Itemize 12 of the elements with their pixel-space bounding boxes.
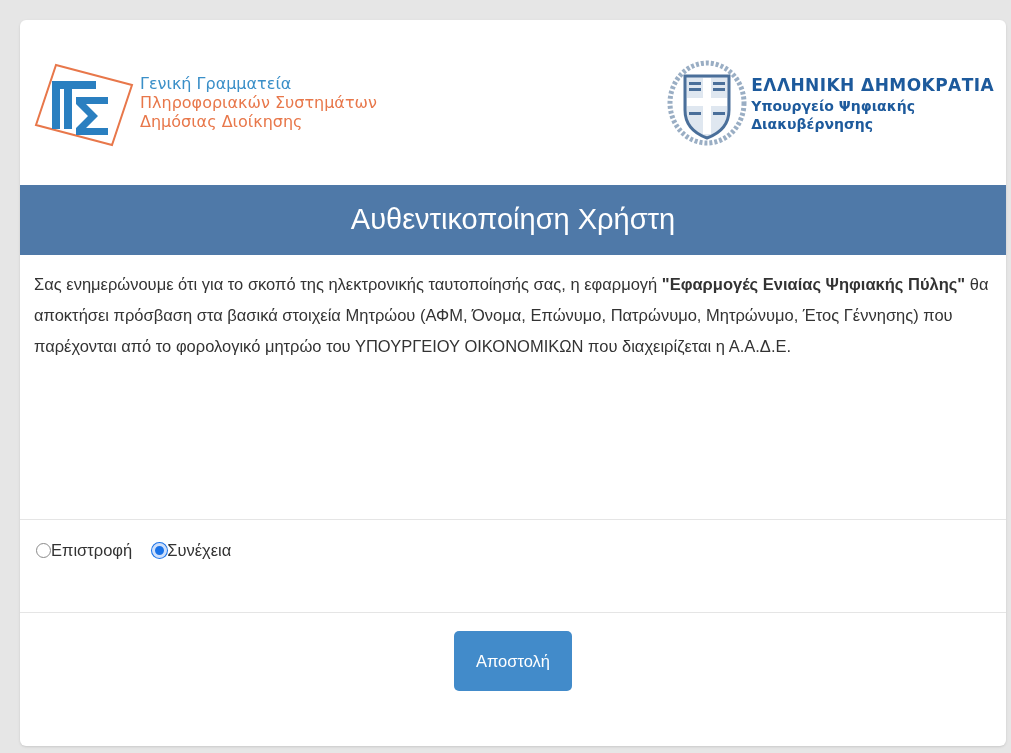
page-title: Αυθεντικοποίηση Χρήστη [350,202,676,238]
republic-title: ΕΛΛΗΝΙΚΗ ΔΗΜΟΚΡΑΤΙΑ [751,73,994,97]
organization-name-line: Πληροφοριακών Συστημάτων [140,93,377,112]
emblem-icon [667,59,748,146]
organization-name-line: Γενική Γραμματεία [140,74,293,93]
submit-button[interactable]: Αποστολή [453,631,573,691]
ministry-name-line: Υπουργείο Ψηφιακής [751,96,916,115]
consent-message: Σας ενημερώνουμε ότι για το σκοπό της ηλεκτρονικής ταυτοποίησής σας, η εφαρμογή "Εφαρμογές Ενιαίας Ψηφιακής Πύλης" θα αποκτήσει πρόσβαση στα βασικά στοιχεία Μητρώου (ΑΦΜ, Όνομα, Επώνυμο, Πατρώνυμο, Μητρώνυμο, Έτος Γέννησης) που παρέχονται από το φορολογικό μητρώο του ΥΠΟΥΡΓΕΙΟΥ ΟΙΚΟΝΟΜΙΚΩΝ που διαχειρίζεται η Α.Α.Δ.Ε. [34,274,990,357]
radio-option[interactable]: Επιστροφή [36,538,133,563]
ministry-name-line: Διακυβέρνησης [751,114,875,133]
organization-name-line: Δημόσιας Διοίκησης [140,112,304,131]
radio-option[interactable]: Συνέχεια [152,538,232,563]
